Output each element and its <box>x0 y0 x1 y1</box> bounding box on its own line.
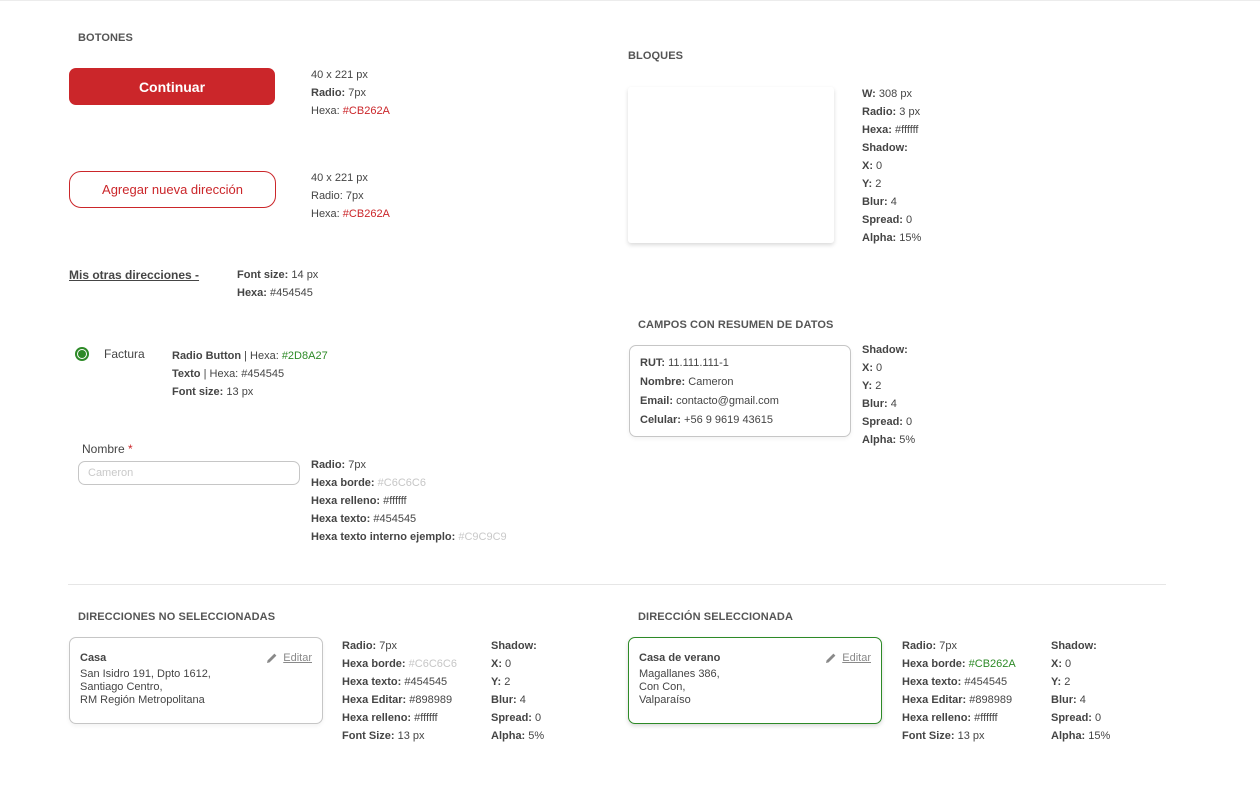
address-line: RM Región Metropolitana <box>80 694 205 706</box>
selected-spec-right: Shadow: X: 0 Y: 2 Blur: 4 Spread: 0 Alph… <box>1051 640 1111 742</box>
unselected-spec-left: Radio: 7px Hexa borde: #C6C6C6 Hexa text… <box>342 640 457 742</box>
add-address-button[interactable]: Agregar nueva dirección <box>69 171 276 208</box>
address-card-unselected[interactable]: Casa Editar San Isidro 191, Dpto 1612, S… <box>69 637 323 724</box>
spec-hex: Hexa: #CB262A <box>311 105 390 117</box>
primary-button-spec: 40 x 221 px Radio: 7px Hexa: #CB262A <box>311 66 390 120</box>
address-line: San Isidro 191, Dpto 1612, <box>80 668 211 680</box>
selected-spec-left: Radio: 7px Hexa borde: #CB262A Hexa text… <box>902 640 1016 742</box>
spec-radius: Radio: 7px <box>311 190 364 202</box>
spec-size: 40 x 221 px <box>311 172 368 184</box>
section-title-bloques: BLOQUES <box>628 50 684 62</box>
address-line: Valparaíso <box>639 694 691 706</box>
pencil-icon <box>826 653 836 663</box>
other-addresses-link[interactable]: Mis otras direcciones - <box>69 268 199 282</box>
outline-button-spec: 40 x 221 px Radio: 7px Hexa: #CB262A <box>311 169 390 223</box>
input-spec: Radio: 7px Hexa borde: #C6C6C6 Hexa rell… <box>311 459 507 543</box>
address-card-selected[interactable]: Casa de verano Editar Magallanes 386, Co… <box>628 637 882 724</box>
continue-button[interactable]: Continuar <box>69 68 275 105</box>
address-line: Con Con, <box>639 681 686 693</box>
address-line: Magallanes 386, <box>639 668 720 680</box>
name-field-label: Nombre * <box>82 442 133 456</box>
section-title-summary: CAMPOS CON RESUMEN DE DATOS <box>638 319 834 331</box>
pencil-icon <box>267 653 277 663</box>
edit-link[interactable]: Editar <box>825 652 871 664</box>
summary-row: Email: contacto@gmail.com <box>640 395 779 407</box>
section-title-unselected: DIRECCIONES NO SELECCIONADAS <box>78 611 276 623</box>
other-addresses-spec: Font size: 14 px Hexa: #454545 <box>237 269 319 299</box>
address-line: Santiago Centro, <box>80 681 163 693</box>
radio-selected-icon <box>75 347 89 361</box>
radio-spec: Radio Button | Hexa: #2D8A27 Texto | Hex… <box>172 350 328 398</box>
white-block-sample <box>628 87 834 243</box>
section-title-selected: DIRECCIÓN SELECCIONADA <box>638 611 793 623</box>
edit-link[interactable]: Editar <box>266 652 312 664</box>
spec-hex: Hexa: #CB262A <box>311 208 390 220</box>
summary-row: Celular: +56 9 9619 43615 <box>640 414 774 426</box>
summary-row: RUT: 11.111.111-1 <box>640 357 729 369</box>
unselected-spec-right: Shadow: X: 0 Y: 2 Blur: 4 Spread: 0 Alph… <box>491 640 545 742</box>
factura-radio[interactable]: Factura <box>75 347 145 361</box>
summary-box: RUT: 11.111.111-1 Nombre: Cameron Email:… <box>629 345 851 437</box>
name-input[interactable] <box>78 461 300 485</box>
section-divider <box>68 584 1166 585</box>
summary-row: Nombre: Cameron <box>640 376 734 388</box>
radio-label: Factura <box>104 347 145 361</box>
section-title-botones: BOTONES <box>78 32 133 44</box>
summary-spec: Shadow: X: 0 Y: 2 Blur: 4 Spread: 0 Alph… <box>862 344 916 446</box>
spec-size: 40 x 221 px <box>311 69 368 81</box>
top-divider <box>0 0 1260 1</box>
address-name: Casa <box>80 652 107 664</box>
spec-radius: Radio: 7px <box>311 87 367 99</box>
address-name: Casa de verano <box>639 652 721 664</box>
block-spec: W: 308 px Radio: 3 px Hexa: #ffffff Shad… <box>862 88 922 244</box>
